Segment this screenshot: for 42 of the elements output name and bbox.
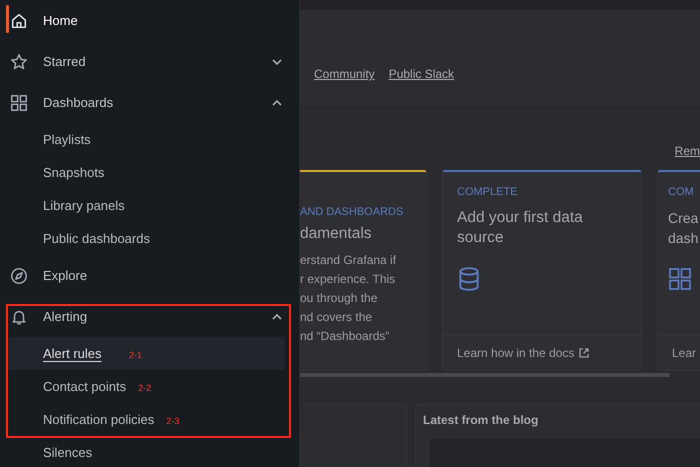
nav-item[interactable]: Explore xyxy=(0,255,299,296)
star-icon xyxy=(10,52,28,70)
card-title: Crea xyxy=(668,209,700,228)
card-text: ou through the xyxy=(300,290,378,307)
database-icon xyxy=(457,266,481,292)
external-link-icon xyxy=(578,347,590,359)
nav-item[interactable]: Starred xyxy=(0,41,299,82)
card-text: nd “Dashboards” xyxy=(300,328,390,345)
grid-icon xyxy=(10,94,28,112)
link[interactable]: Rem xyxy=(674,144,700,159)
card-text: nd covers the xyxy=(300,309,374,326)
nav-item[interactable]: Home xyxy=(0,0,299,41)
card-title: damentals xyxy=(300,224,373,244)
card-status: AND DASHBOARDS xyxy=(300,206,404,218)
nav-subitem[interactable]: Contact points xyxy=(0,370,126,403)
nav-subitem[interactable]: Snapshots xyxy=(0,156,299,189)
docs-link[interactable]: Lear xyxy=(672,346,696,360)
nav-subitem[interactable]: Silences xyxy=(0,436,299,467)
annotation-label: 2-1 xyxy=(129,350,142,360)
home-icon xyxy=(10,12,28,30)
docs-link[interactable]: Learn how in the docs xyxy=(457,346,574,360)
link[interactable]: Community xyxy=(314,67,375,81)
card-text: r experience. This xyxy=(300,271,396,288)
compass-icon xyxy=(10,266,28,284)
annotation-label: 2-2 xyxy=(138,383,152,393)
nav-item[interactable]: Alerting xyxy=(0,296,299,337)
card-status: COMPLETE xyxy=(457,186,519,198)
card-title: source xyxy=(457,228,505,248)
nav-subitem[interactable]: Library panels xyxy=(0,189,299,222)
nav-item[interactable]: Dashboards xyxy=(0,82,299,123)
card-title: Add your first data xyxy=(457,208,584,228)
annotation-label: 2-3 xyxy=(166,416,180,426)
card-text: erstand Grafana if xyxy=(300,252,398,269)
link[interactable]: Public Slack xyxy=(388,67,454,81)
active-indicator xyxy=(6,5,9,33)
card-title: dash xyxy=(668,229,700,248)
nav-subitem[interactable]: Playlists xyxy=(0,123,299,156)
nav-subitem[interactable]: Public dashboards xyxy=(0,222,299,255)
grid-icon xyxy=(668,266,692,292)
card-status: COM xyxy=(668,186,695,198)
panel-title: Latest from the blog xyxy=(422,412,540,429)
nav-subitem[interactable]: Notification policies xyxy=(0,403,154,436)
